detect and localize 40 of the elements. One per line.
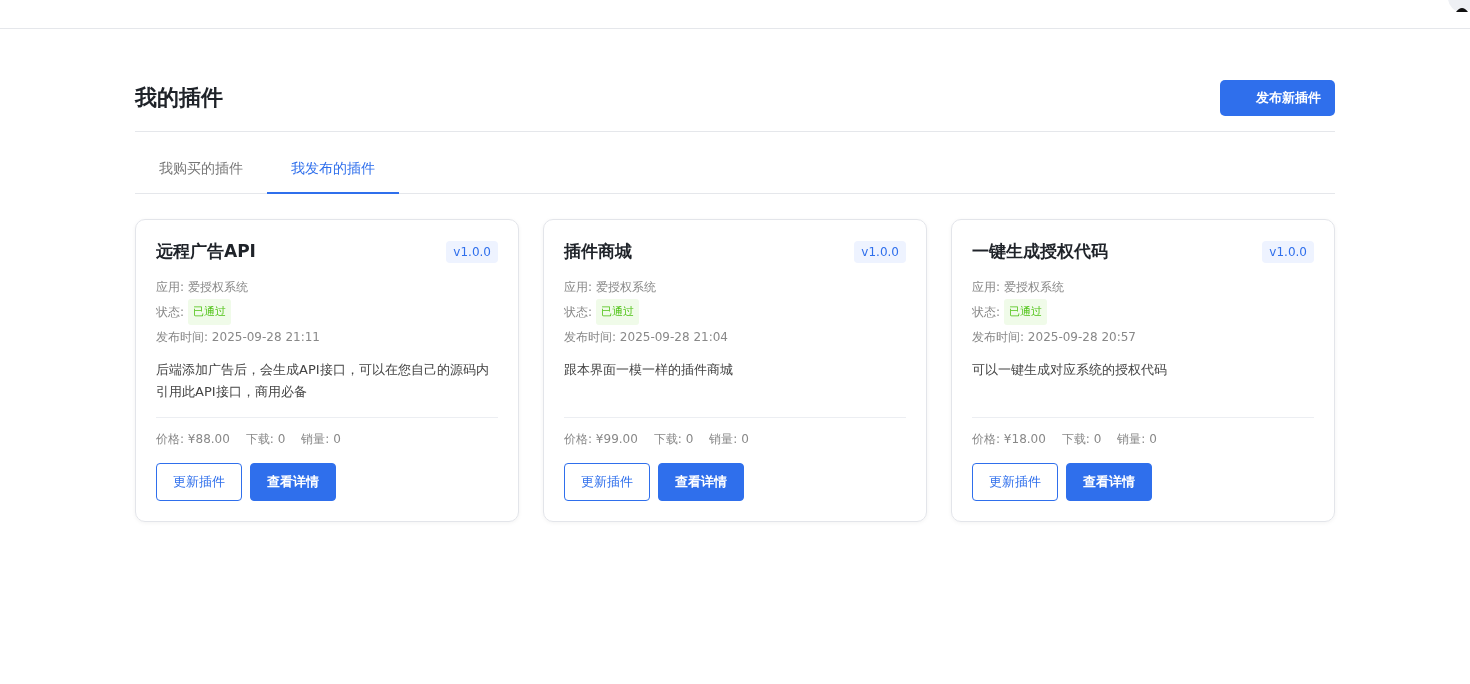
app-label: 应用: 爱授权系统 xyxy=(156,279,249,296)
price: 价格: ¥18.00 xyxy=(972,431,1046,448)
publish-button[interactable]: 发布新插件 xyxy=(1220,80,1335,116)
plugin-description: 可以一键生成对应系统的授权代码 xyxy=(972,359,1314,418)
sales-count: 销量: 0 xyxy=(709,431,749,448)
price: 价格: ¥99.00 xyxy=(564,431,638,448)
plugin-description: 跟本界面一模一样的插件商城 xyxy=(564,359,906,418)
status-tag: 已通过 xyxy=(596,299,640,325)
version-badge: v1.0.0 xyxy=(1262,240,1314,263)
details-button[interactable]: 查看详情 xyxy=(1066,463,1152,501)
status-tag: 已通过 xyxy=(188,299,232,325)
publish-time: 发布时间: 2025-09-28 21:04 xyxy=(564,329,729,346)
status-label: 状态: xyxy=(156,304,185,321)
tab[interactable]: 我发布的插件 xyxy=(267,160,399,194)
app-label: 应用: 爱授权系统 xyxy=(564,279,657,296)
status-tag: 已通过 xyxy=(1004,299,1048,325)
download-count: 下载: 0 xyxy=(653,431,694,448)
update-button[interactable]: 更新插件 xyxy=(972,463,1058,501)
status-label: 状态: xyxy=(564,304,593,321)
download-count: 下载: 0 xyxy=(245,431,286,448)
plugin-name: 远程广告API xyxy=(156,240,256,263)
download-count: 下载: 0 xyxy=(1061,431,1102,448)
app-label: 应用: 爱授权系统 xyxy=(972,279,1065,296)
sales-count: 销量: 0 xyxy=(301,431,341,448)
publish-time: 发布时间: 2025-09-28 21:11 xyxy=(156,329,321,346)
version-badge: v1.0.0 xyxy=(854,240,906,263)
price: 价格: ¥88.00 xyxy=(156,431,230,448)
page-title: 我的插件 xyxy=(135,84,223,112)
plugin-name: 插件商城 xyxy=(564,240,632,263)
version-badge: v1.0.0 xyxy=(446,240,498,263)
update-button[interactable]: 更新插件 xyxy=(564,463,650,501)
plugin-description: 后端添加广告后，会生成API接口，可以在您自己的源码内引用此API接口，商用必备 xyxy=(156,359,498,418)
status-label: 状态: xyxy=(972,304,1001,321)
details-button[interactable]: 查看详情 xyxy=(658,463,744,501)
details-button[interactable]: 查看详情 xyxy=(250,463,336,501)
publish-time: 发布时间: 2025-09-28 20:57 xyxy=(972,329,1137,346)
update-button[interactable]: 更新插件 xyxy=(156,463,242,501)
sales-count: 销量: 0 xyxy=(1117,431,1157,448)
tab[interactable]: 我购买的插件 xyxy=(135,160,267,194)
plugin-name: 一键生成授权代码 xyxy=(972,240,1108,263)
